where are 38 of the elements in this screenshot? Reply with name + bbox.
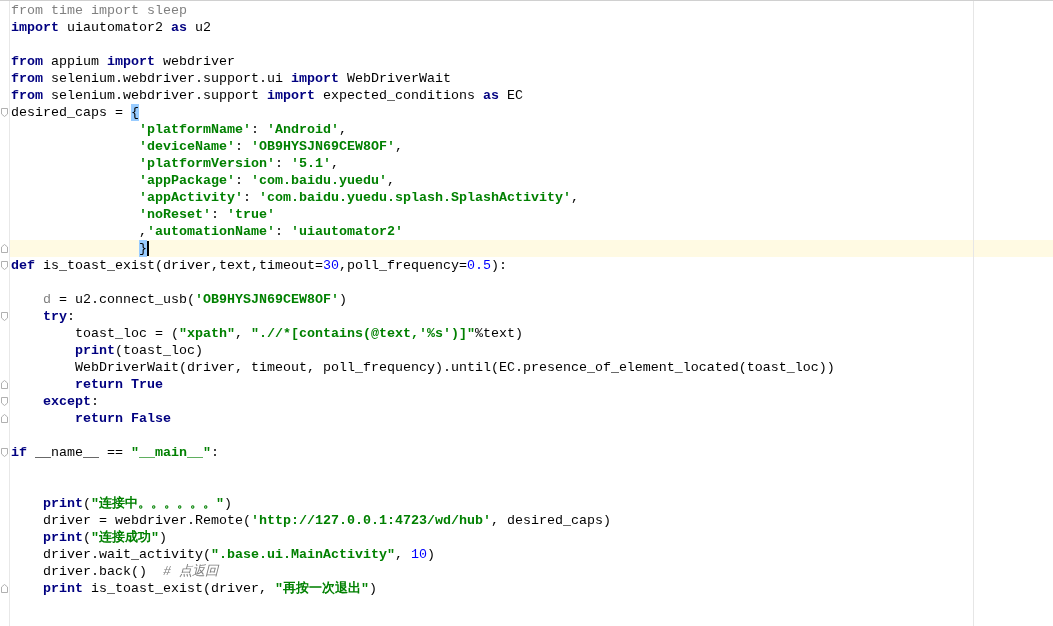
fold-marker-icon[interactable] — [1, 448, 8, 457]
code-line: driver = webdriver.Remote('http://127.0.0.1:4723/wd/hub', desired_caps) — [42, 512, 611, 529]
fold-marker-icon[interactable] — [1, 380, 8, 389]
code-line: 'noReset': 'true' — [138, 206, 275, 223]
code-line: from time import sleep — [10, 2, 187, 19]
code-line: ,'automationName': 'uiautomator2' — [138, 223, 403, 240]
fold-marker-icon[interactable] — [1, 312, 8, 321]
code-line: d = u2.connect_usb('OB9HYSJN69CEW8OF') — [42, 291, 347, 308]
code-line: print("连接中。。。。。。") — [42, 495, 232, 512]
fold-marker-icon[interactable] — [1, 244, 8, 253]
code-line: driver.wait_activity(".base.ui.MainActivity", 10) — [42, 546, 435, 563]
code-line: print is_toast_exist(driver, "再按一次退出") — [42, 580, 377, 597]
fold-marker-icon[interactable] — [1, 261, 8, 270]
code-line: from appium import webdriver — [10, 53, 235, 70]
code-line: from selenium.webdriver.support import expected_conditions as EC — [10, 87, 523, 104]
code-line: except: — [42, 393, 99, 410]
code-line: try: — [42, 308, 75, 325]
code-line: 'platformVersion': '5.1', — [138, 155, 339, 172]
code-line: return True — [74, 376, 163, 393]
code-line: 'platformName': 'Android', — [138, 121, 347, 138]
code-line: desired_caps = { — [10, 104, 139, 121]
code-line: if __name__ == "__main__": — [10, 444, 219, 461]
code-line: WebDriverWait(driver, timeout, poll_frequency).until(EC.presence_of_element_located(toast_loc)) — [74, 359, 835, 376]
code-line: return False — [74, 410, 171, 427]
code-line: 'appPackage': 'com.baidu.yuedu', — [138, 172, 395, 189]
fold-marker-icon[interactable] — [1, 584, 8, 593]
code-line: def is_toast_exist(driver,text,timeout=30,poll_frequency=0.5): — [10, 257, 507, 274]
fold-marker-icon[interactable] — [1, 397, 8, 406]
code-line: 'deviceName': 'OB9HYSJN69CEW8OF', — [138, 138, 403, 155]
code-line: toast_loc = ("xpath", ".//*[contains(@text,'%s')]"%text) — [74, 325, 523, 342]
code-line: from selenium.webdriver.support.ui import WebDriverWait — [10, 70, 451, 87]
code-line: print("连接成功") — [42, 529, 167, 546]
fold-marker-icon[interactable] — [1, 414, 8, 423]
code-line: import uiautomator2 as u2 — [10, 19, 211, 36]
fold-marker-icon[interactable] — [1, 108, 8, 117]
code-line: driver.back() # 点返回 — [42, 563, 218, 580]
code-line: 'appActivity': 'com.baidu.yuedu.splash.SplashActivity', — [138, 189, 579, 206]
code-line: print(toast_loc) — [74, 342, 203, 359]
